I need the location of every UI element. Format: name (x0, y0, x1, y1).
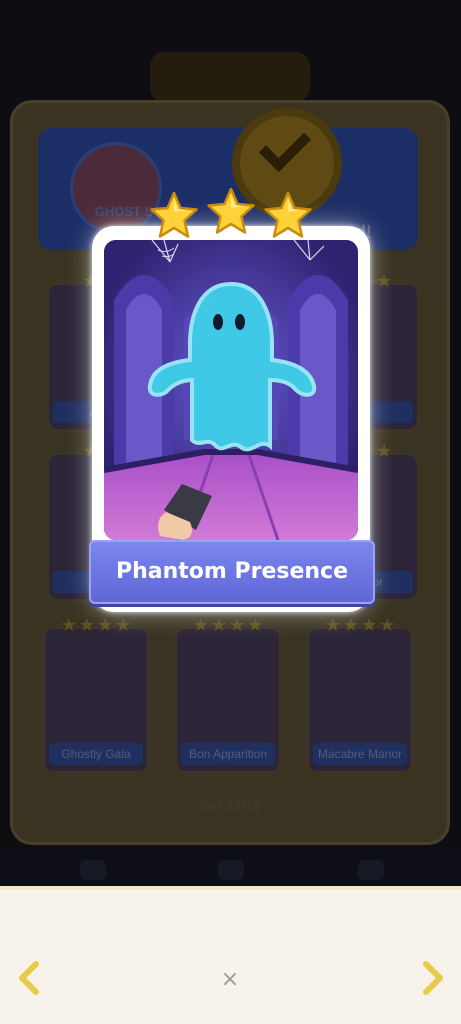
card-rating (148, 187, 314, 250)
card-name: Phantom Presence (115, 559, 349, 584)
album-card-label: Bon Apparition (181, 743, 275, 765)
sticker-art (104, 240, 358, 540)
album-banner (150, 52, 310, 102)
chevron-right-icon (423, 961, 443, 995)
dock-icon (80, 860, 106, 880)
album-card-label: Ghostly Gala (49, 743, 143, 765)
card-stars: ★ ★ ★ ★ (324, 615, 396, 636)
star-icon (264, 191, 312, 238)
album-card-label: Macabre Manor (313, 743, 407, 765)
dock-icon (218, 860, 244, 880)
star-icon (207, 187, 255, 234)
card-stars: ★ ★ ★ ★ (60, 615, 132, 636)
next-button[interactable] (418, 958, 448, 998)
set-count: Set 12/18 (200, 797, 261, 813)
star-icon (150, 191, 198, 238)
bottom-nav-bar (0, 890, 461, 1024)
previous-button[interactable] (14, 958, 44, 998)
album-card: ★ ★ ★ ★ Bon Apparition (174, 617, 282, 774)
album-card: ★ ★ ★ ★ Ghostly Gala (42, 617, 150, 774)
album-card: ★ ★ ★ ★ Macabre Manor (306, 617, 414, 774)
card-stars: ★ ★ ★ ★ (192, 615, 264, 636)
chevron-left-icon (19, 961, 39, 995)
close-button[interactable]: × (217, 965, 243, 995)
dock-icon (358, 860, 384, 880)
